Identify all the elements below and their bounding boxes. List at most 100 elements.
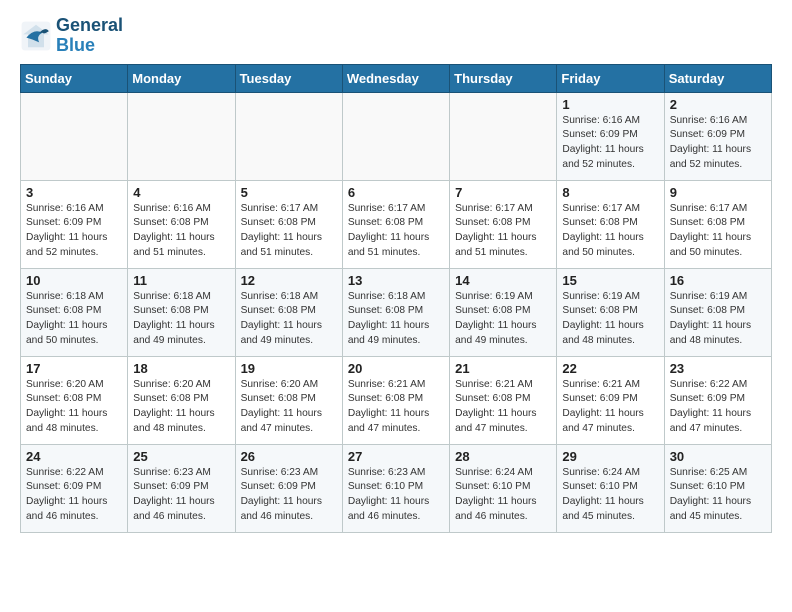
calendar-cell: 1Sunrise: 6:16 AM Sunset: 6:09 PM Daylig… <box>557 92 664 180</box>
calendar-header: SundayMondayTuesdayWednesdayThursdayFrid… <box>21 64 772 92</box>
calendar-cell: 2Sunrise: 6:16 AM Sunset: 6:09 PM Daylig… <box>664 92 771 180</box>
calendar-cell: 6Sunrise: 6:17 AM Sunset: 6:08 PM Daylig… <box>342 180 449 268</box>
calendar-cell <box>128 92 235 180</box>
day-info: Sunrise: 6:18 AM Sunset: 6:08 PM Dayligh… <box>133 290 229 349</box>
day-number: 22 <box>562 361 658 376</box>
calendar-week-4: 17 Sunrise: 6:20 AM Sunset: 6:08 PM Dayli… <box>21 356 772 444</box>
calendar-cell <box>342 92 449 180</box>
weekday-header-sunday: Sunday <box>21 64 128 92</box>
calendar-table: SundayMondayTuesdayWednesdayThursdayFrid… <box>20 64 772 533</box>
day-number: 23 <box>670 361 766 376</box>
day-number: 11 <box>133 273 229 288</box>
day-number: 3 <box>26 185 122 200</box>
calendar-cell: 24 Sunrise: 6:22 AM Sunset: 6:09 PM Dayli… <box>21 444 128 532</box>
day-info: Sunrise: 6:21 AM Sunset: 6:08 PM Dayligh… <box>348 378 444 437</box>
calendar-cell: 10 Sunrise: 6:18 AM Sunset: 6:08 PM Dayli… <box>21 268 128 356</box>
day-info: Sunrise: 6:18 AM Sunset: 6:08 PM Dayligh… <box>348 290 444 349</box>
calendar-cell: 3Sunrise: 6:16 AM Sunset: 6:09 PM Daylig… <box>21 180 128 268</box>
weekday-header-tuesday: Tuesday <box>235 64 342 92</box>
day-number: 9 <box>670 185 766 200</box>
day-number: 14 <box>455 273 551 288</box>
day-info: Sunrise: 6:17 AM Sunset: 6:08 PM Dayligh… <box>562 202 658 261</box>
day-number: 10 <box>26 273 122 288</box>
weekday-header-monday: Monday <box>128 64 235 92</box>
weekday-header-saturday: Saturday <box>664 64 771 92</box>
day-number: 21 <box>455 361 551 376</box>
day-info: Sunrise: 6:23 AM Sunset: 6:10 PM Dayligh… <box>348 466 444 525</box>
day-number: 24 <box>26 449 122 464</box>
logo-text: General Blue <box>56 16 123 56</box>
day-info: Sunrise: 6:24 AM Sunset: 6:10 PM Dayligh… <box>562 466 658 525</box>
day-info: Sunrise: 6:18 AM Sunset: 6:08 PM Dayligh… <box>26 290 122 349</box>
page: General Blue SundayMondayTuesdayWednesda… <box>0 0 792 549</box>
calendar-cell: 22 Sunrise: 6:21 AM Sunset: 6:09 PM Dayli… <box>557 356 664 444</box>
calendar-week-3: 10 Sunrise: 6:18 AM Sunset: 6:08 PM Dayli… <box>21 268 772 356</box>
calendar-cell: 20Sunrise: 6:21 AM Sunset: 6:08 PM Dayli… <box>342 356 449 444</box>
day-info: Sunrise: 6:16 AM Sunset: 6:09 PM Dayligh… <box>670 114 766 173</box>
calendar-week-5: 24 Sunrise: 6:22 AM Sunset: 6:09 PM Dayli… <box>21 444 772 532</box>
day-info: Sunrise: 6:23 AM Sunset: 6:09 PM Dayligh… <box>241 466 337 525</box>
day-info: Sunrise: 6:20 AM Sunset: 6:08 PM Dayligh… <box>26 378 122 437</box>
day-info: Sunrise: 6:25 AM Sunset: 6:10 PM Dayligh… <box>670 466 766 525</box>
day-number: 13 <box>348 273 444 288</box>
calendar-cell: 23 Sunrise: 6:22 AM Sunset: 6:09 PM Dayli… <box>664 356 771 444</box>
day-number: 8 <box>562 185 658 200</box>
day-info: Sunrise: 6:20 AM Sunset: 6:08 PM Dayligh… <box>241 378 337 437</box>
calendar-cell: 4Sunrise: 6:16 AM Sunset: 6:08 PM Daylig… <box>128 180 235 268</box>
day-info: Sunrise: 6:21 AM Sunset: 6:08 PM Dayligh… <box>455 378 551 437</box>
header: General Blue <box>20 16 772 56</box>
logo: General Blue <box>20 16 123 56</box>
day-info: Sunrise: 6:18 AM Sunset: 6:08 PM Dayligh… <box>241 290 337 349</box>
calendar-cell: 30 Sunrise: 6:25 AM Sunset: 6:10 PM Dayli… <box>664 444 771 532</box>
weekday-header-wednesday: Wednesday <box>342 64 449 92</box>
day-number: 30 <box>670 449 766 464</box>
calendar-week-1: 1Sunrise: 6:16 AM Sunset: 6:09 PM Daylig… <box>21 92 772 180</box>
calendar-cell: 11 Sunrise: 6:18 AM Sunset: 6:08 PM Dayli… <box>128 268 235 356</box>
calendar-cell: 8 Sunrise: 6:17 AM Sunset: 6:08 PM Daylig… <box>557 180 664 268</box>
day-number: 28 <box>455 449 551 464</box>
day-info: Sunrise: 6:16 AM Sunset: 6:09 PM Dayligh… <box>562 114 658 173</box>
day-number: 4 <box>133 185 229 200</box>
calendar-cell: 14Sunrise: 6:19 AM Sunset: 6:08 PM Dayli… <box>450 268 557 356</box>
calendar-cell: 26 Sunrise: 6:23 AM Sunset: 6:09 PM Dayli… <box>235 444 342 532</box>
day-info: Sunrise: 6:22 AM Sunset: 6:09 PM Dayligh… <box>26 466 122 525</box>
calendar-cell: 9 Sunrise: 6:17 AM Sunset: 6:08 PM Daylig… <box>664 180 771 268</box>
logo-icon <box>20 20 52 52</box>
calendar-cell: 13 Sunrise: 6:18 AM Sunset: 6:08 PM Dayli… <box>342 268 449 356</box>
day-number: 19 <box>241 361 337 376</box>
calendar-cell: 25Sunrise: 6:23 AM Sunset: 6:09 PM Dayli… <box>128 444 235 532</box>
day-number: 16 <box>670 273 766 288</box>
calendar-cell <box>450 92 557 180</box>
calendar-cell <box>235 92 342 180</box>
day-info: Sunrise: 6:19 AM Sunset: 6:08 PM Dayligh… <box>670 290 766 349</box>
calendar-cell: 15 Sunrise: 6:19 AM Sunset: 6:08 PM Dayli… <box>557 268 664 356</box>
calendar-cell: 17 Sunrise: 6:20 AM Sunset: 6:08 PM Dayli… <box>21 356 128 444</box>
calendar-cell: 7Sunrise: 6:17 AM Sunset: 6:08 PM Daylig… <box>450 180 557 268</box>
day-number: 26 <box>241 449 337 464</box>
day-number: 17 <box>26 361 122 376</box>
weekday-header-row: SundayMondayTuesdayWednesdayThursdayFrid… <box>21 64 772 92</box>
calendar-cell <box>21 92 128 180</box>
day-number: 12 <box>241 273 337 288</box>
day-info: Sunrise: 6:22 AM Sunset: 6:09 PM Dayligh… <box>670 378 766 437</box>
weekday-header-friday: Friday <box>557 64 664 92</box>
day-info: Sunrise: 6:24 AM Sunset: 6:10 PM Dayligh… <box>455 466 551 525</box>
day-info: Sunrise: 6:21 AM Sunset: 6:09 PM Dayligh… <box>562 378 658 437</box>
day-number: 29 <box>562 449 658 464</box>
day-number: 25 <box>133 449 229 464</box>
day-number: 18 <box>133 361 229 376</box>
calendar-cell: 19 Sunrise: 6:20 AM Sunset: 6:08 PM Dayli… <box>235 356 342 444</box>
calendar-cell: 28 Sunrise: 6:24 AM Sunset: 6:10 PM Dayli… <box>450 444 557 532</box>
day-info: Sunrise: 6:19 AM Sunset: 6:08 PM Dayligh… <box>562 290 658 349</box>
calendar-week-2: 3Sunrise: 6:16 AM Sunset: 6:09 PM Daylig… <box>21 180 772 268</box>
calendar-cell: 12 Sunrise: 6:18 AM Sunset: 6:08 PM Dayli… <box>235 268 342 356</box>
weekday-header-thursday: Thursday <box>450 64 557 92</box>
day-info: Sunrise: 6:17 AM Sunset: 6:08 PM Dayligh… <box>670 202 766 261</box>
day-number: 27 <box>348 449 444 464</box>
day-number: 15 <box>562 273 658 288</box>
calendar-cell: 27 Sunrise: 6:23 AM Sunset: 6:10 PM Dayli… <box>342 444 449 532</box>
day-number: 6 <box>348 185 444 200</box>
calendar-body: 1Sunrise: 6:16 AM Sunset: 6:09 PM Daylig… <box>21 92 772 532</box>
calendar-cell: 16 Sunrise: 6:19 AM Sunset: 6:08 PM Dayli… <box>664 268 771 356</box>
day-number: 5 <box>241 185 337 200</box>
